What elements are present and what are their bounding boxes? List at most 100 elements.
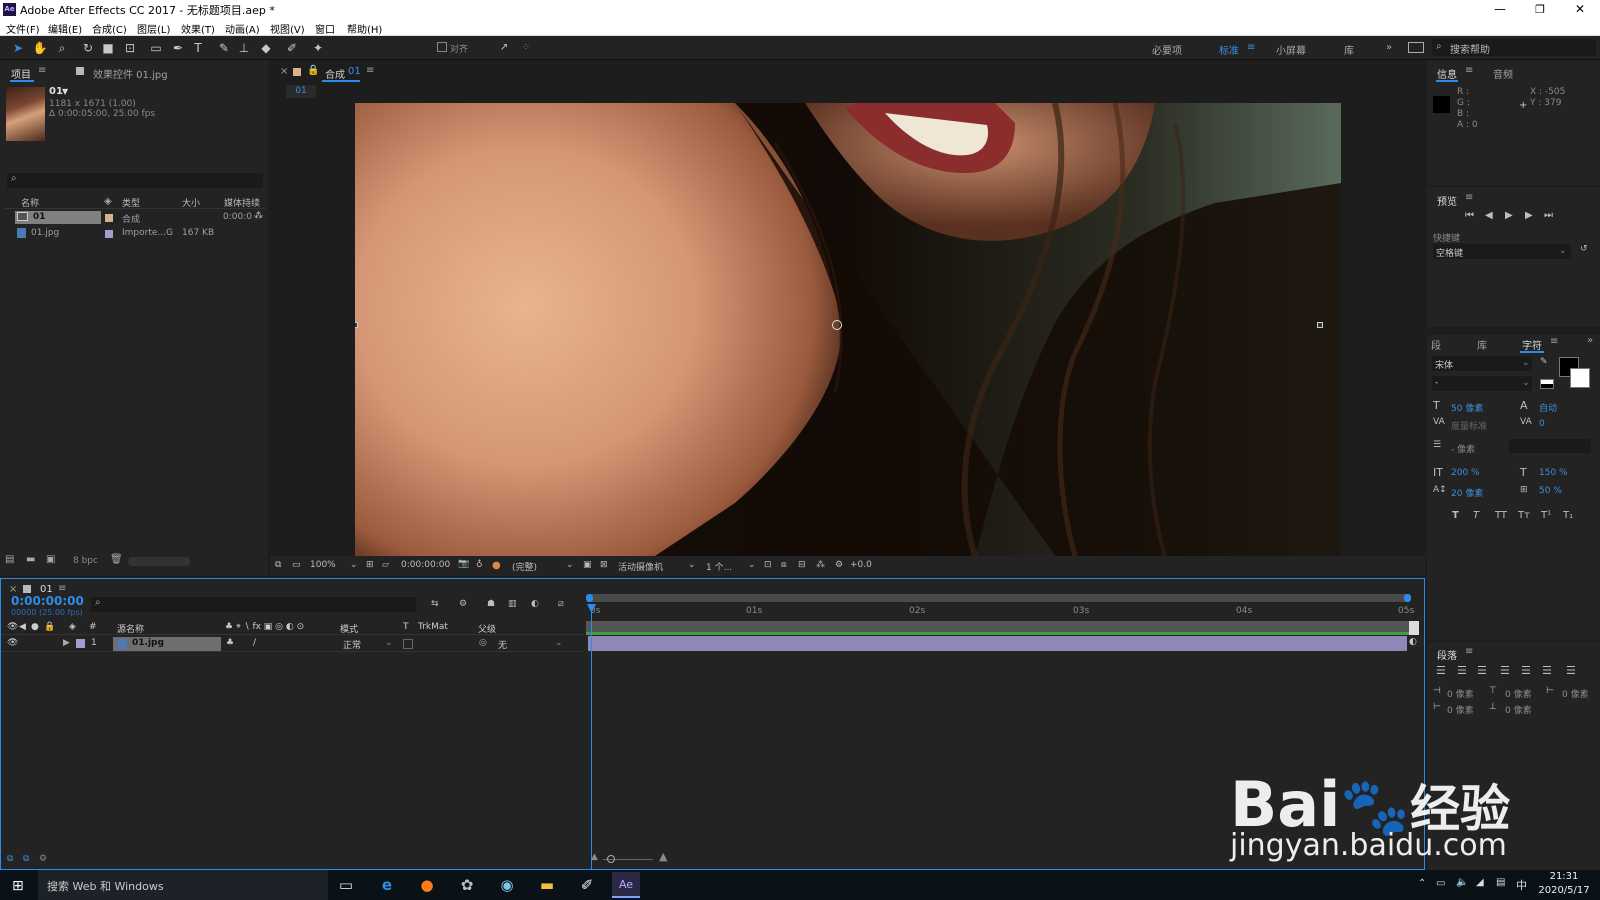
grid-guides-icon[interactable]: ⊞ — [366, 560, 374, 570]
project-row[interactable]: 01.jpg Importe...G 167 KB — [4, 226, 266, 242]
align-center-icon[interactable]: ☰ — [1457, 664, 1467, 677]
exposure-value[interactable]: +0.0 — [850, 560, 872, 570]
zoom-tool-icon[interactable]: ⌕ — [54, 40, 70, 56]
tab-menu-icon[interactable]: ≡ — [1465, 192, 1473, 203]
zoom-dropdown[interactable]: 100% — [310, 560, 336, 570]
paint-app-icon[interactable]: ✐ — [575, 875, 599, 895]
menu-view[interactable]: 视图(V) — [270, 21, 305, 36]
switches-icon[interactable]: ♣ ⌖ ∖ fx ▣ ◎ ◐ ⊙ — [225, 622, 304, 632]
task-view-icon[interactable]: ▭ — [334, 875, 358, 895]
column-name[interactable]: 名称 — [21, 196, 39, 209]
label-tag-icon[interactable]: ◈ — [69, 622, 76, 632]
layer-duration-bar[interactable] — [588, 636, 1407, 651]
tab-menu-icon[interactable]: ≡ — [1465, 646, 1473, 657]
tab-info[interactable]: 信息 — [1437, 66, 1457, 81]
preserve-transparency-checkbox[interactable] — [403, 639, 413, 649]
tsume-value[interactable]: 50 % — [1539, 486, 1562, 496]
column-type[interactable]: 类型 — [122, 196, 140, 209]
previous-frame-icon[interactable]: ◀ — [1485, 210, 1493, 221]
menu-animation[interactable]: 动画(A) — [225, 21, 260, 36]
draft-3d-icon[interactable]: ⚙ — [459, 599, 467, 609]
windows-start-icon[interactable]: ⊞ — [12, 878, 24, 894]
first-frame-icon[interactable]: ⏮ — [1465, 210, 1474, 221]
justify-center-icon[interactable]: ☰ — [1521, 664, 1531, 677]
menu-help[interactable]: 帮助(H) — [347, 21, 382, 36]
font-style-dropdown[interactable]: - ⌄ — [1432, 376, 1532, 391]
tab-character[interactable]: 字符 — [1522, 337, 1542, 352]
file-explorer-icon[interactable]: ▬ — [535, 875, 559, 895]
quality-switch-icon[interactable]: / — [253, 638, 256, 648]
justify-right-icon[interactable]: ☰ — [1542, 664, 1552, 677]
item-dropdown-icon[interactable]: ▼ — [62, 87, 68, 96]
menu-file[interactable]: 文件(F) — [6, 21, 40, 36]
workspace-essentials[interactable]: 必要项 — [1152, 42, 1182, 57]
column-duration[interactable]: 媒体持续 — [224, 196, 260, 209]
taskbar-search-box[interactable]: 搜索 Web 和 Windows — [38, 870, 328, 900]
chevron-down-icon[interactable]: ⌄ — [350, 560, 358, 570]
indent-left-value[interactable]: 0 像素 — [1447, 687, 1474, 700]
justify-all-icon[interactable]: ☰ — [1566, 664, 1576, 677]
last-frame-icon[interactable]: ⏭ — [1544, 210, 1553, 221]
workspace-small-screen[interactable]: 小屏幕 — [1276, 42, 1306, 57]
toggle-switches-icon[interactable]: ⧉ — [7, 854, 13, 864]
new-folder-icon[interactable]: ▬ — [26, 554, 35, 565]
close-button[interactable]: ✕ — [1560, 0, 1600, 19]
label-tag-icon[interactable]: ◈ — [104, 196, 112, 207]
stroke-color-swatch[interactable] — [1570, 368, 1590, 388]
view-layout-dropdown[interactable]: 1 个... — [706, 560, 732, 573]
workspace-standard[interactable]: 标准 — [1219, 42, 1239, 57]
transparency-grid-icon[interactable]: ⊠ — [600, 560, 608, 570]
zoom-out-icon[interactable]: ▲ — [591, 852, 598, 862]
comp-viewer-image[interactable] — [355, 103, 1341, 556]
rectangle-tool-icon[interactable]: ▭ — [148, 40, 164, 56]
flowchart-icon[interactable]: ⁂ — [816, 560, 825, 570]
tab-menu-icon[interactable]: ≡ — [1465, 65, 1473, 76]
flowchart-icon[interactable]: ⁂ — [254, 211, 263, 221]
comp-tab-label[interactable]: 合成 — [325, 66, 345, 81]
tab-effect-controls[interactable]: 效果控件 01.jpg — [93, 66, 168, 81]
time-ruler[interactable]: 0s 01s 02s 03s 04s 05s — [586, 604, 1414, 622]
snap-option-icon[interactable]: ↗ — [496, 40, 512, 56]
column-trkmat[interactable]: TrkMat — [418, 622, 448, 632]
clock-time[interactable]: 21:31 — [1540, 871, 1588, 882]
comp-mini-flowchart-icon[interactable]: ⇆ — [431, 599, 439, 609]
current-time-display[interactable]: 0:00:00:00 — [401, 560, 450, 570]
faux-bold-button[interactable]: T — [1452, 510, 1459, 521]
panel-layout-icon[interactable] — [1408, 42, 1424, 53]
workspace-more-button[interactable]: » — [1386, 42, 1392, 53]
anchor-point-icon[interactable] — [832, 320, 842, 330]
panel-more-button[interactable]: » — [1587, 335, 1593, 346]
eye-icon[interactable]: 👁 — [7, 638, 18, 648]
leading-value[interactable]: 自动 — [1539, 401, 1557, 414]
align-left-icon[interactable]: ☰ — [1436, 664, 1446, 677]
all-caps-button[interactable]: TT — [1495, 510, 1507, 521]
menu-window[interactable]: 窗口 — [315, 21, 335, 36]
interpret-footage-icon[interactable]: ▤ — [5, 554, 14, 565]
brush-tool-icon[interactable]: ✎ — [216, 40, 232, 56]
layer-search-input[interactable]: ⌕ — [91, 597, 416, 612]
snap-checkbox[interactable] — [437, 42, 447, 52]
project-search-input[interactable]: ⌕ — [7, 173, 263, 188]
horizontal-scale-value[interactable]: 150 % — [1539, 468, 1568, 478]
new-composition-icon[interactable]: ▣ — [46, 554, 55, 565]
trash-icon[interactable]: 🗑 — [110, 554, 123, 565]
kerning-value[interactable]: 度量标准 — [1451, 419, 1487, 432]
zoom-in-icon[interactable]: ▲ — [659, 850, 667, 863]
comp-tab-menu-icon[interactable]: ≡ — [366, 65, 374, 76]
small-caps-button[interactable]: Tт — [1518, 510, 1530, 521]
menu-effect[interactable]: 效果(T) — [181, 21, 215, 36]
toggle-render-time-icon[interactable]: ⚙ — [39, 854, 47, 864]
reset-icon[interactable]: ↺ — [1580, 244, 1588, 254]
frame-blending-icon[interactable]: ▥ — [508, 599, 517, 609]
chevron-down-icon[interactable]: ⌄ — [566, 560, 574, 570]
tab-menu-icon[interactable]: ≡ — [38, 65, 46, 76]
graph-editor-icon[interactable]: ⧄ — [558, 599, 564, 609]
puppet-pin-tool-icon[interactable]: ✦ — [310, 40, 326, 56]
work-area-bar[interactable] — [586, 632, 1409, 635]
resolution-dropdown[interactable]: (完整) — [512, 560, 537, 573]
chevron-down-icon[interactable]: ⌄ — [688, 560, 696, 570]
roi-icon[interactable]: ▣ — [583, 560, 592, 570]
next-frame-icon[interactable]: ▶ — [1525, 210, 1533, 221]
type-tool-icon[interactable]: T — [190, 40, 206, 56]
font-size-value[interactable]: 50 像素 — [1451, 401, 1483, 414]
